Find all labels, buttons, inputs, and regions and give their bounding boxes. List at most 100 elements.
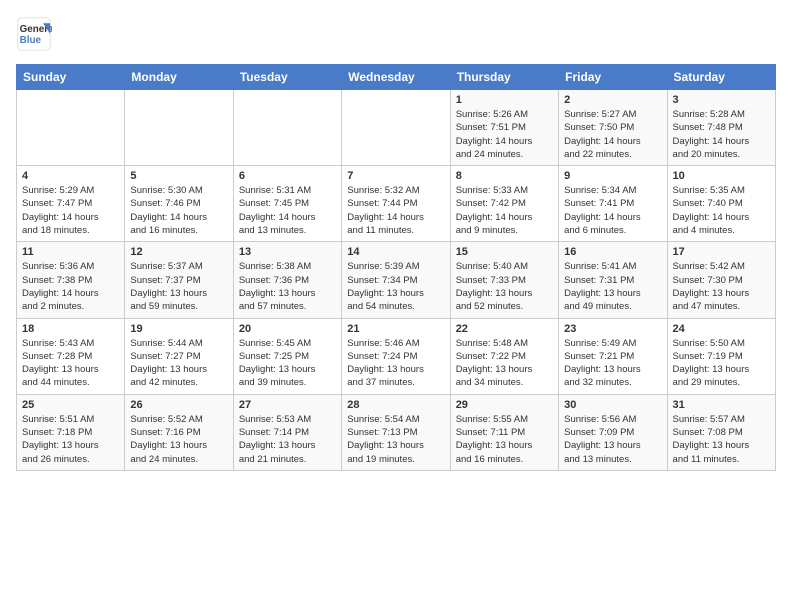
day-number: 25: [22, 399, 119, 411]
day-number: 7: [347, 170, 444, 182]
day-number: 12: [130, 246, 227, 258]
calendar-day-cell: 21Sunrise: 5:46 AMSunset: 7:24 PMDayligh…: [342, 318, 450, 394]
calendar-day-cell: 10 Sunrise: 5:35 AMSunset: 7:40 PMDayligh…: [667, 166, 775, 242]
day-number: 26: [130, 399, 227, 411]
day-number: 6: [239, 170, 336, 182]
day-info: Sunrise: 5:51 AMSunset: 7:18 PMDaylight:…: [22, 413, 119, 466]
day-number: 4: [22, 170, 119, 182]
calendar-day-cell: 4 Sunrise: 5:29 AMSunset: 7:47 PMDaylight…: [17, 166, 125, 242]
calendar-day-cell: 1 Sunrise: 5:26 AMSunset: 7:51 PMDaylight…: [450, 90, 558, 166]
calendar-day-cell: 28Sunrise: 5:54 AMSunset: 7:13 PMDayligh…: [342, 394, 450, 470]
day-info: Sunrise: 5:29 AMSunset: 7:47 PMDaylight:…: [22, 184, 119, 237]
day-info: Sunrise: 5:49 AMSunset: 7:21 PMDaylight:…: [564, 337, 661, 390]
day-info: Sunrise: 5:28 AMSunset: 7:48 PMDaylight:…: [673, 108, 770, 161]
calendar-day-cell: 2 Sunrise: 5:27 AMSunset: 7:50 PMDaylight…: [559, 90, 667, 166]
day-number: 17: [673, 246, 770, 258]
calendar-day-cell: 13 Sunrise: 5:38 AMSunset: 7:36 PMDayligh…: [233, 242, 341, 318]
calendar-week-row: 18 Sunrise: 5:43 AMSunset: 7:28 PMDayligh…: [17, 318, 776, 394]
calendar-day-cell: 5 Sunrise: 5:30 AMSunset: 7:46 PMDaylight…: [125, 166, 233, 242]
day-info: Sunrise: 5:40 AMSunset: 7:33 PMDaylight:…: [456, 260, 553, 313]
calendar-day-cell: 12 Sunrise: 5:37 AMSunset: 7:37 PMDayligh…: [125, 242, 233, 318]
calendar-day-cell: 27 Sunrise: 5:53 AMSunset: 7:14 PMDayligh…: [233, 394, 341, 470]
weekday-header: Tuesday: [233, 65, 341, 90]
day-number: 22: [456, 323, 553, 335]
day-info: Sunrise: 5:52 AMSunset: 7:16 PMDaylight:…: [130, 413, 227, 466]
day-info: Sunrise: 5:43 AMSunset: 7:28 PMDaylight:…: [22, 337, 119, 390]
calendar-day-cell: 19 Sunrise: 5:44 AMSunset: 7:27 PMDayligh…: [125, 318, 233, 394]
calendar-day-cell: [17, 90, 125, 166]
day-info: Sunrise: 5:35 AMSunset: 7:40 PMDaylight:…: [673, 184, 770, 237]
calendar-day-cell: 29Sunrise: 5:55 AMSunset: 7:11 PMDayligh…: [450, 394, 558, 470]
day-number: 24: [673, 323, 770, 335]
day-info: Sunrise: 5:32 AMSunset: 7:44 PMDaylight:…: [347, 184, 444, 237]
calendar-day-cell: 15Sunrise: 5:40 AMSunset: 7:33 PMDayligh…: [450, 242, 558, 318]
calendar-day-cell: 16 Sunrise: 5:41 AMSunset: 7:31 PMDayligh…: [559, 242, 667, 318]
day-info: Sunrise: 5:36 AMSunset: 7:38 PMDaylight:…: [22, 260, 119, 313]
calendar-table: SundayMondayTuesdayWednesdayThursdayFrid…: [16, 64, 776, 471]
calendar-day-cell: 18 Sunrise: 5:43 AMSunset: 7:28 PMDayligh…: [17, 318, 125, 394]
day-number: 14: [347, 246, 444, 258]
calendar-week-row: 11 Sunrise: 5:36 AMSunset: 7:38 PMDayligh…: [17, 242, 776, 318]
calendar-day-cell: 17Sunrise: 5:42 AMSunset: 7:30 PMDayligh…: [667, 242, 775, 318]
day-info: Sunrise: 5:38 AMSunset: 7:36 PMDaylight:…: [239, 260, 336, 313]
day-info: Sunrise: 5:45 AMSunset: 7:25 PMDaylight:…: [239, 337, 336, 390]
day-info: Sunrise: 5:34 AMSunset: 7:41 PMDaylight:…: [564, 184, 661, 237]
day-info: Sunrise: 5:48 AMSunset: 7:22 PMDaylight:…: [456, 337, 553, 390]
day-number: 8: [456, 170, 553, 182]
weekday-header: Friday: [559, 65, 667, 90]
calendar-week-row: 25 Sunrise: 5:51 AMSunset: 7:18 PMDayligh…: [17, 394, 776, 470]
day-number: 3: [673, 94, 770, 106]
weekday-header: Sunday: [17, 65, 125, 90]
day-number: 18: [22, 323, 119, 335]
day-info: Sunrise: 5:26 AMSunset: 7:51 PMDaylight:…: [456, 108, 553, 161]
logo-icon: General Blue: [16, 16, 52, 52]
calendar-day-cell: [233, 90, 341, 166]
logo: General Blue: [16, 16, 56, 52]
page-header: General Blue: [16, 16, 776, 52]
day-info: Sunrise: 5:56 AMSunset: 7:09 PMDaylight:…: [564, 413, 661, 466]
calendar-day-cell: 30 Sunrise: 5:56 AMSunset: 7:09 PMDayligh…: [559, 394, 667, 470]
weekday-header: Monday: [125, 65, 233, 90]
day-info: Sunrise: 5:41 AMSunset: 7:31 PMDaylight:…: [564, 260, 661, 313]
calendar-week-row: 4 Sunrise: 5:29 AMSunset: 7:47 PMDaylight…: [17, 166, 776, 242]
day-info: Sunrise: 5:27 AMSunset: 7:50 PMDaylight:…: [564, 108, 661, 161]
weekday-header: Saturday: [667, 65, 775, 90]
day-number: 27: [239, 399, 336, 411]
calendar-day-cell: 8 Sunrise: 5:33 AMSunset: 7:42 PMDaylight…: [450, 166, 558, 242]
day-number: 19: [130, 323, 227, 335]
day-info: Sunrise: 5:44 AMSunset: 7:27 PMDaylight:…: [130, 337, 227, 390]
day-number: 10: [673, 170, 770, 182]
day-info: Sunrise: 5:54 AMSunset: 7:13 PMDaylight:…: [347, 413, 444, 466]
calendar-day-cell: 9 Sunrise: 5:34 AMSunset: 7:41 PMDaylight…: [559, 166, 667, 242]
day-number: 1: [456, 94, 553, 106]
calendar-day-cell: 31Sunrise: 5:57 AMSunset: 7:08 PMDayligh…: [667, 394, 775, 470]
calendar-day-cell: 6Sunrise: 5:31 AMSunset: 7:45 PMDaylight…: [233, 166, 341, 242]
weekday-header: Thursday: [450, 65, 558, 90]
calendar-day-cell: 22 Sunrise: 5:48 AMSunset: 7:22 PMDayligh…: [450, 318, 558, 394]
day-info: Sunrise: 5:50 AMSunset: 7:19 PMDaylight:…: [673, 337, 770, 390]
calendar-day-cell: 25 Sunrise: 5:51 AMSunset: 7:18 PMDayligh…: [17, 394, 125, 470]
day-number: 5: [130, 170, 227, 182]
calendar-day-cell: 26 Sunrise: 5:52 AMSunset: 7:16 PMDayligh…: [125, 394, 233, 470]
calendar-day-cell: [342, 90, 450, 166]
day-info: Sunrise: 5:33 AMSunset: 7:42 PMDaylight:…: [456, 184, 553, 237]
day-info: Sunrise: 5:37 AMSunset: 7:37 PMDaylight:…: [130, 260, 227, 313]
day-number: 11: [22, 246, 119, 258]
day-info: Sunrise: 5:46 AMSunset: 7:24 PMDaylight:…: [347, 337, 444, 390]
day-number: 30: [564, 399, 661, 411]
day-info: Sunrise: 5:30 AMSunset: 7:46 PMDaylight:…: [130, 184, 227, 237]
day-number: 13: [239, 246, 336, 258]
calendar-day-cell: 7 Sunrise: 5:32 AMSunset: 7:44 PMDaylight…: [342, 166, 450, 242]
calendar-day-cell: 23Sunrise: 5:49 AMSunset: 7:21 PMDayligh…: [559, 318, 667, 394]
calendar-header-row: SundayMondayTuesdayWednesdayThursdayFrid…: [17, 65, 776, 90]
day-info: Sunrise: 5:53 AMSunset: 7:14 PMDaylight:…: [239, 413, 336, 466]
day-number: 2: [564, 94, 661, 106]
calendar-day-cell: [125, 90, 233, 166]
calendar-day-cell: 20 Sunrise: 5:45 AMSunset: 7:25 PMDayligh…: [233, 318, 341, 394]
day-number: 9: [564, 170, 661, 182]
day-number: 20: [239, 323, 336, 335]
day-info: Sunrise: 5:57 AMSunset: 7:08 PMDaylight:…: [673, 413, 770, 466]
day-number: 16: [564, 246, 661, 258]
svg-text:Blue: Blue: [20, 35, 42, 46]
day-number: 29: [456, 399, 553, 411]
